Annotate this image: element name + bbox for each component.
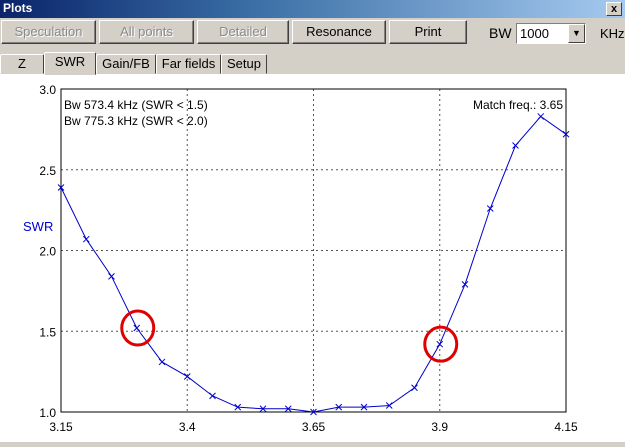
swr-data-point [133,324,141,332]
bw-annotation-1: Bw 573.4 kHz (SWR < 1.5) [64,98,208,112]
detailed-button[interactable]: Detailed [197,20,289,44]
x-tick-label: 3.65 [302,420,326,434]
y-tick-label: 1.5 [39,325,56,339]
plot-panel: 3.15 3.4 3.65 3.9 4.15 1.0 1.5 2.0 2.5 3.0 SWR Bw… [0,74,625,442]
x-tick-label: 4.15 [554,420,578,434]
bw-annotation-2: Bw 775.3 kHz (SWR < 2.0) [64,114,208,128]
y-axis-label: SWR [23,219,53,234]
swr-data-point [82,235,90,243]
x-tick-label: 3.15 [49,420,73,434]
bw-value: 1000 [520,26,549,41]
tab-swr[interactable]: SWR [44,52,96,75]
tab-z[interactable]: Z [0,54,44,74]
match-freq-annotation: Match freq.: 3.65 [473,98,563,112]
print-button[interactable]: Print [389,20,467,44]
swr-data-point [537,113,545,120]
swr-data-point [209,392,216,400]
x-tick-label: 3.9 [431,420,448,434]
tab-gain-fb[interactable]: Gain/FB [96,54,156,74]
x-tick-label: 3.4 [179,420,196,434]
title-bar: Plots x [0,0,625,18]
swr-data-point [108,272,115,280]
highlight-circle [423,325,459,363]
window-title: Plots [3,1,33,15]
y-tick-label: 2.5 [39,164,56,178]
y-tick-label: 1.0 [39,406,56,420]
swr-data-point [486,205,494,212]
close-icon[interactable]: x [606,2,622,16]
tab-far-fields[interactable]: Far fields [156,54,221,74]
swr-data-point [158,358,166,366]
tab-bar: Z SWR Gain/FB Far fields Setup [0,52,625,75]
all-points-button[interactable]: All points [99,20,194,44]
y-tick-label: 3.0 [39,83,56,97]
swr-data-point [436,340,444,348]
speculation-button[interactable]: Speculation [1,20,96,44]
unit-label: KHz [600,26,625,41]
resonance-button[interactable]: Resonance [292,20,386,44]
y-tick-label: 2.0 [39,245,56,259]
swr-data-point [512,142,519,149]
bw-label: BW [489,25,512,41]
tab-setup[interactable]: Setup [221,54,267,74]
bw-select[interactable]: 1000 ▼ [516,23,586,44]
swr-chart: 3.15 3.4 3.65 3.9 4.15 1.0 1.5 2.0 2.5 3.0 SWR Bw… [23,83,578,434]
highlight-circle [120,309,156,347]
swr-data-point [461,281,469,288]
chevron-down-icon[interactable]: ▼ [568,24,585,43]
swr-data-point [411,384,418,392]
